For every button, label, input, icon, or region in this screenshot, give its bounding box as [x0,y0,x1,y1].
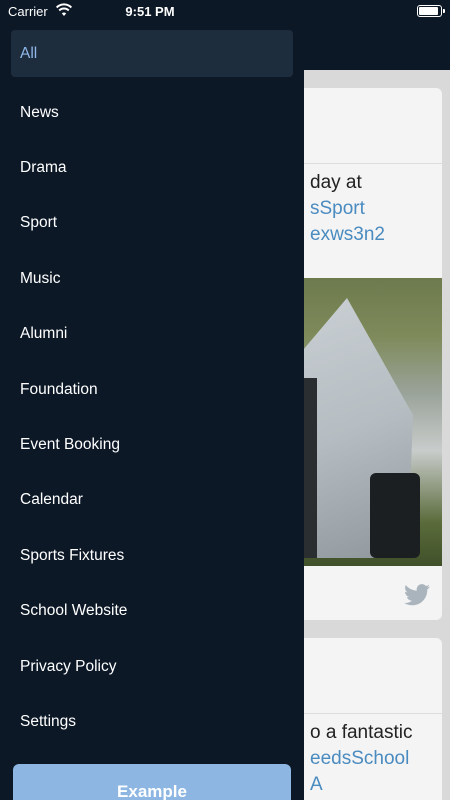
feed-card[interactable]: o a fantastic eedsSchool A [285,638,442,800]
post-link[interactable]: eedsSchool [310,746,442,772]
twitter-icon[interactable] [404,584,430,606]
status-bar: Carrier 9:51 PM [0,0,450,24]
card-header [285,88,442,164]
menu-item-school-website[interactable]: School Website [0,584,304,639]
menu-item-privacy-policy[interactable]: Privacy Policy [0,639,304,694]
post-line: day at [310,172,362,193]
menu-item-all[interactable]: All [11,30,293,77]
post-text: o a fantastic eedsSchool A [285,714,442,798]
card-header [285,638,442,714]
menu-item-calendar[interactable]: Calendar [0,473,304,528]
menu-item-alumni[interactable]: Alumni [0,307,304,362]
example-button[interactable]: Example [13,764,291,800]
drawer-menu: All News Drama Sport Music Alumni Founda… [0,30,304,750]
photo-tent-pole [303,378,317,558]
feed-card[interactable]: day at sSport exws3n2 [285,88,442,620]
photo-backpack [370,473,420,558]
menu-item-music[interactable]: Music [0,251,304,306]
menu-item-sport[interactable]: Sport [0,196,304,251]
menu-item-settings[interactable]: Settings [0,694,304,749]
post-link[interactable]: sSport [310,196,442,222]
battery-icon [417,5,445,17]
navigation-drawer: All News Drama Sport Music Alumni Founda… [0,0,304,800]
post-photo[interactable] [285,278,442,566]
post-link[interactable]: A [310,772,442,798]
menu-item-sports-fixtures[interactable]: Sports Fixtures [0,528,304,583]
clock: 9:51 PM [125,4,175,19]
menu-item-event-booking[interactable]: Event Booking [0,417,304,472]
menu-item-news[interactable]: News [0,85,304,140]
menu-item-foundation[interactable]: Foundation [0,362,304,417]
menu-item-drama[interactable]: Drama [0,140,304,195]
post-text: day at sSport exws3n2 [285,164,442,248]
post-link[interactable]: exws3n2 [310,222,442,248]
post-line: o a fantastic [310,722,413,743]
